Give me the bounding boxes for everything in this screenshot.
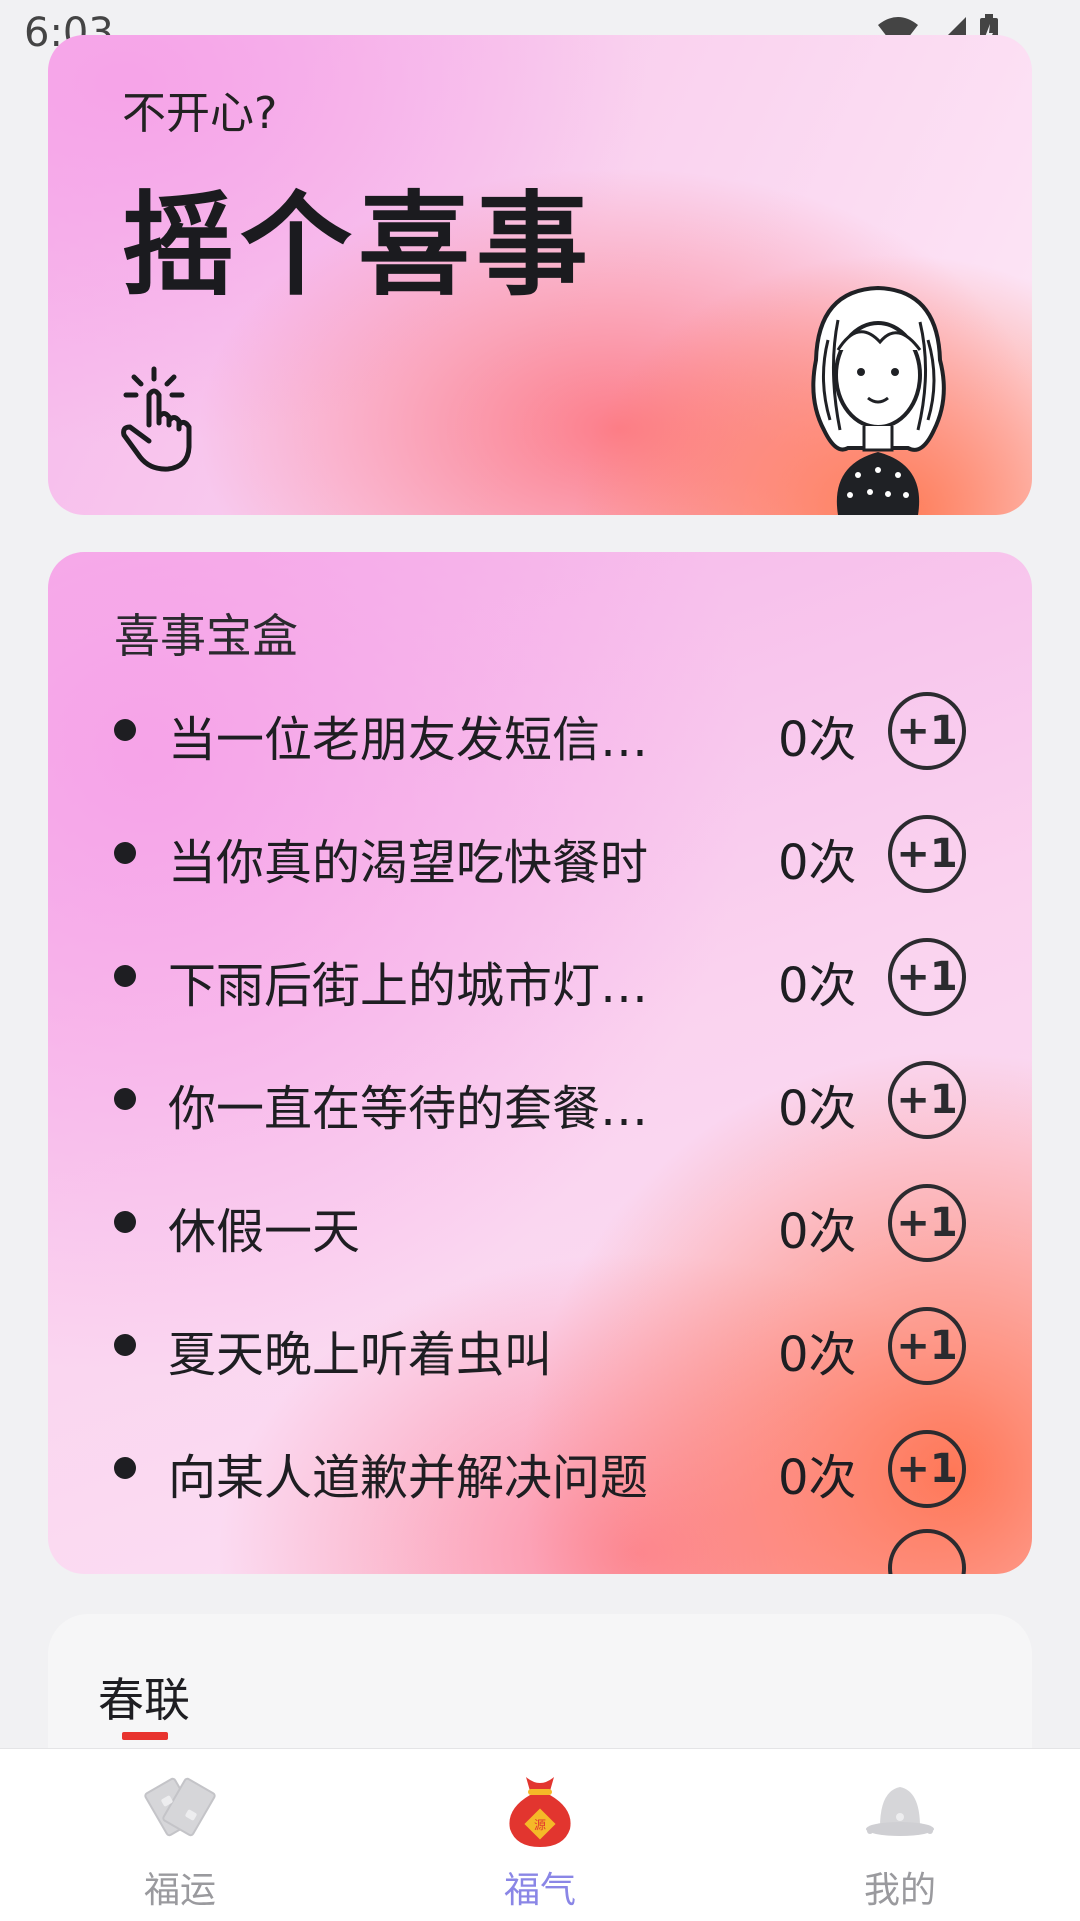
lucky-bag-icon: 源 [509,1777,571,1847]
fortune-cards-icon [144,1777,216,1837]
joy-count: 0次 [778,958,857,1014]
plus-one-button[interactable]: +1 [888,1430,966,1508]
girl-illustration [811,285,946,515]
list-item: 向某人道歉并解决问题 0次 +1 [48,1406,1032,1529]
plus-one-button[interactable]: +1 [888,1307,966,1385]
plus-one-button-partial[interactable] [888,1529,966,1574]
plus-one-button[interactable]: +1 [888,1184,966,1262]
joy-text: 你一直在等待的套餐… [168,1081,649,1137]
profile-bell-icon [866,1787,934,1836]
plus-one-button[interactable]: +1 [888,815,966,893]
nav-item-mine[interactable]: 我的 [800,1749,1000,1921]
list-item: 休假一天 0次 +1 [48,1160,1032,1283]
shake-joy-card[interactable]: 不开心? 摇个喜事 [48,35,1032,515]
joy-count: 0次 [778,1450,857,1506]
tab-active-indicator [122,1732,168,1740]
nav-label-blessing: 福气 [503,1870,576,1911]
joy-text: 向某人道歉并解决问题 [168,1450,649,1506]
tab-couplet[interactable]: 春联 [98,1664,190,1730]
joy-count: 0次 [778,1081,857,1137]
joy-text: 当你真的渴望吃快餐时 [168,835,649,891]
nav-label-mine: 我的 [863,1870,936,1911]
joy-count: 0次 [778,1327,857,1383]
nav-item-fortune[interactable]: 福运 [80,1749,280,1921]
bullet-icon [114,842,136,864]
bullet-icon [114,1088,136,1110]
plus-one-button[interactable]: +1 [888,692,966,770]
bullet-icon [114,1457,136,1479]
nav-item-blessing[interactable]: 源 福气 [440,1749,640,1921]
list-item: 你一直在等待的套餐… 0次 +1 [48,1037,1032,1160]
joy-count: 0次 [778,1204,857,1260]
bullet-icon [114,719,136,741]
joy-count: 0次 [778,835,857,891]
hero-subtitle: 不开心? [122,88,278,139]
joy-text: 夏天晚上听着虫叫 [168,1327,553,1383]
tap-hand-icon [121,366,192,472]
nav-label-fortune: 福运 [143,1870,216,1911]
list-item: 夏天晚上听着虫叫 0次 +1 [48,1283,1032,1406]
bullet-icon [114,965,136,987]
joy-count: 0次 [778,712,857,768]
bullet-icon [114,1211,136,1233]
svg-text:源: 源 [534,1818,546,1832]
plus-one-button[interactable]: +1 [888,938,966,1016]
bottom-nav: 福运 源 福气 我的 [0,1748,1080,1921]
joy-list: 当一位老朋友发短信… 0次 +1 当你真的渴望吃快餐时 0次 +1 下雨后街上的… [48,668,1032,1574]
bullet-icon [114,1334,136,1356]
joy-text: 当一位老朋友发短信… [168,712,649,768]
list-item: 当你真的渴望吃快餐时 0次 +1 [48,791,1032,914]
joy-text: 休假一天 [168,1204,361,1260]
list-item: 当一位老朋友发短信… 0次 +1 [48,668,1032,791]
list-item-partial [48,1529,1032,1574]
joy-box-card: 喜事宝盒 当一位老朋友发短信… 0次 +1 当你真的渴望吃快餐时 0次 +1 下… [48,552,1032,1574]
joy-box-heading: 喜事宝盒 [114,609,298,663]
hero-title: 摇个喜事 [122,181,594,311]
joy-text: 下雨后街上的城市灯… [168,958,649,1014]
plus-one-button[interactable]: +1 [888,1061,966,1139]
list-item: 下雨后街上的城市灯… 0次 +1 [48,914,1032,1037]
